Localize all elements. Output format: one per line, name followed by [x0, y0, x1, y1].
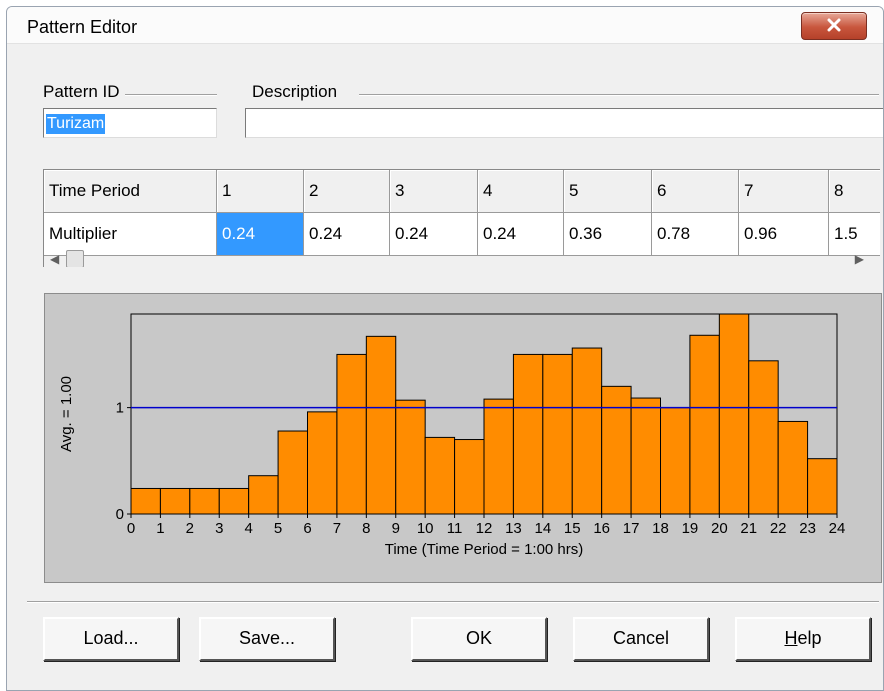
chart-bar [365, 335, 397, 515]
y-tick-label: 0 [116, 506, 124, 523]
x-tick-label: 6 [303, 520, 311, 537]
chart-bar [571, 347, 603, 515]
x-tick-label: 23 [799, 520, 816, 537]
x-tick-label: 18 [652, 520, 669, 537]
help-button[interactable]: Help [735, 617, 871, 661]
pattern-grid[interactable]: Time Period Multiplier 1 0.24 2 0.24 3 0.24 4 0.2… [43, 169, 880, 267]
grid-period-header: 5 [564, 170, 652, 213]
grid-multiplier-cell[interactable]: 0.24 [304, 213, 390, 256]
grid-multiplier-cell[interactable]: 1.5 [829, 213, 880, 256]
chart-bar [189, 487, 220, 515]
x-tick-label: 15 [564, 520, 581, 537]
pattern-editor-window: Pattern Editor Pattern ID Turizam Descri… [6, 6, 884, 691]
chart-bar [718, 313, 750, 515]
y-tick-label: 1 [116, 400, 124, 417]
grid-row-header-time-period: Time Period [44, 170, 217, 213]
grid-multiplier-cell[interactable]: 0.96 [739, 213, 829, 256]
x-tick-label: 8 [362, 520, 370, 537]
chart-bar [512, 353, 544, 515]
chart-bar [454, 439, 485, 515]
grid-period-header: 2 [304, 170, 390, 213]
chart-bar [277, 430, 308, 515]
chart-svg: 0 1 2 3 4 5 6 7 8 9 10 11 12 13 14 15 16 17 18 19 20 21 22 23 24… [58, 313, 846, 558]
x-tick-label: 9 [392, 520, 400, 537]
x-tick-label: 2 [186, 520, 194, 537]
load-button[interactable]: Load... [43, 617, 179, 661]
x-tick-label: 17 [623, 520, 640, 537]
chart-bar [130, 487, 161, 515]
x-tick-label: 19 [682, 520, 699, 537]
grid-period-header: 6 [652, 170, 739, 213]
x-tick-label: 22 [770, 520, 787, 537]
x-tick-label: 24 [829, 520, 846, 537]
x-tick-label: 12 [476, 520, 493, 537]
chart-bar [807, 458, 838, 515]
grid-period-header: 4 [478, 170, 564, 213]
grid-multiplier-cell[interactable]: 0.24 [478, 213, 564, 256]
description-input[interactable] [245, 108, 883, 138]
chart-bar [689, 334, 720, 515]
x-tick-label: 11 [447, 520, 463, 537]
chart-bar [630, 397, 661, 515]
grid-multiplier-cell[interactable]: 0.78 [652, 213, 739, 256]
x-tick-label: 0 [127, 520, 135, 537]
x-tick-label: 3 [215, 520, 223, 537]
x-tick-label: 1 [156, 520, 164, 537]
chart-bar [395, 399, 426, 515]
button-separator [27, 601, 879, 603]
grid-period-header: 3 [390, 170, 478, 213]
window-title: Pattern Editor [27, 17, 138, 37]
pattern-id-input[interactable]: Turizam [43, 108, 217, 138]
chart-bar [660, 407, 691, 515]
grid-multiplier-cell[interactable]: 0.24 [217, 213, 304, 256]
ok-button[interactable]: OK [411, 617, 547, 661]
grid-period-header: 7 [739, 170, 829, 213]
scroll-thumb[interactable] [66, 250, 84, 267]
x-tick-label: 4 [244, 520, 252, 537]
title-bar: Pattern Editor [7, 7, 883, 44]
chart-bar [424, 436, 456, 515]
grid-period-header: 1 [217, 170, 304, 213]
pattern-id-label: Pattern ID [43, 82, 120, 101]
help-mnemonic: H [784, 628, 798, 648]
grid-multiplier-cell[interactable]: 0.36 [564, 213, 652, 256]
grid-multiplier-cell[interactable]: 0.24 [390, 213, 478, 256]
x-tick-label: 10 [417, 520, 434, 537]
help-label-rest: elp [797, 628, 822, 648]
pattern-id-groupline [125, 94, 217, 96]
chart-bar [218, 487, 250, 515]
x-tick-label: 21 [740, 520, 757, 537]
grid-period-header: 8 [829, 170, 880, 213]
x-tick-label: 16 [593, 520, 610, 537]
x-tick-label: 14 [534, 520, 551, 537]
cancel-button[interactable]: Cancel [573, 617, 709, 661]
save-button[interactable]: Save... [199, 617, 335, 661]
grid-horizontal-scrollbar[interactable]: ◀ ▶ [44, 250, 880, 267]
scroll-left-icon[interactable]: ◀ [50, 252, 59, 266]
x-tick-label: 5 [274, 520, 282, 537]
chart-bar [248, 475, 279, 515]
close-icon [827, 18, 841, 32]
chart-bar [777, 420, 809, 515]
y-axis-label: Avg. = 1.00 [58, 376, 75, 452]
chart-bar [483, 398, 514, 515]
pattern-chart: 0 1 2 3 4 5 6 7 8 9 10 11 12 13 14 15 16 17 18 19 20 21 22 23 24… [44, 293, 882, 583]
close-button[interactable] [801, 12, 867, 40]
chart-bar [748, 360, 779, 515]
x-axis-label: Time (Time Period = 1:00 hrs) [385, 541, 584, 558]
description-groupline [359, 94, 879, 96]
chart-bar [601, 385, 632, 515]
chart-bar [336, 353, 367, 515]
x-tick-label: 20 [711, 520, 728, 537]
chart-bar [542, 353, 573, 515]
description-label: Description [252, 82, 338, 101]
scroll-right-icon[interactable]: ▶ [855, 252, 864, 266]
x-tick-label: 7 [333, 520, 341, 537]
chart-bar [307, 411, 338, 515]
pattern-id-value: Turizam [46, 114, 106, 134]
x-tick-label: 13 [505, 520, 522, 537]
chart-bar [159, 487, 191, 515]
